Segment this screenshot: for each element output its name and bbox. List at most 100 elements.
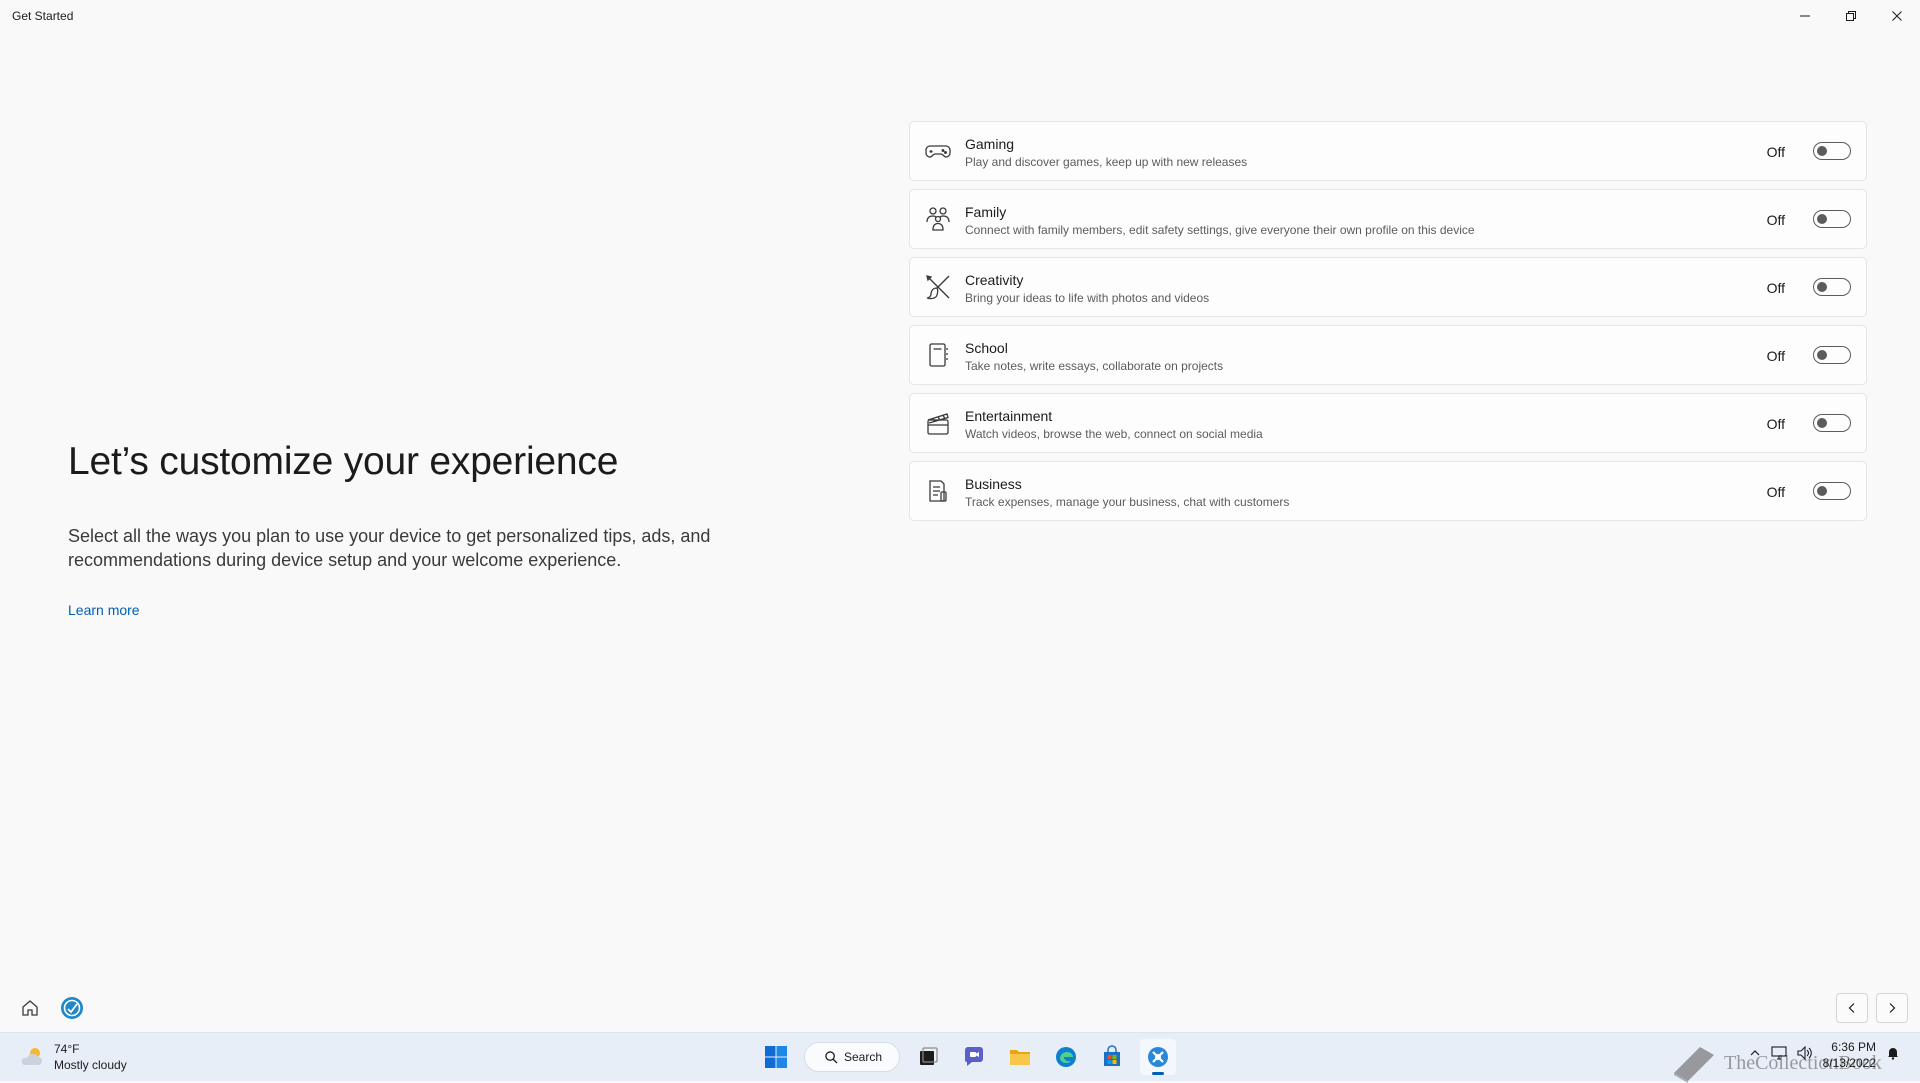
option-card-school[interactable]: School Take notes, write essays, collabo… (909, 325, 1867, 385)
chat-button[interactable] (956, 1039, 992, 1075)
toggle-state-label: Off (1766, 212, 1785, 228)
creativity-toggle[interactable] (1813, 278, 1851, 296)
family-icon (924, 205, 952, 233)
system-tray: 6:36 PM 8/13/2022 (1749, 1039, 1900, 1071)
option-card-family[interactable]: Family Connect with family members, edit… (909, 189, 1867, 249)
close-button[interactable] (1874, 0, 1920, 32)
option-card-creativity[interactable]: Creativity Bring your ideas to life with… (909, 257, 1867, 317)
chat-icon (965, 1047, 983, 1066)
restore-icon (1846, 11, 1856, 21)
file-explorer-button[interactable] (1002, 1039, 1038, 1075)
restore-button[interactable] (1828, 0, 1874, 32)
task-view-icon (920, 1047, 938, 1065)
option-title: Gaming (965, 136, 1015, 152)
option-description: Bring your ideas to life with photos and… (965, 291, 1210, 305)
chevron-up-icon (1750, 1050, 1760, 1056)
weather-temperature: 74°F (54, 1042, 80, 1056)
chevron-left-icon (1848, 1003, 1855, 1013)
weather-widget[interactable]: 74°F Mostly cloudy (18, 1041, 127, 1073)
volume-button[interactable] (1797, 1045, 1813, 1065)
volume-icon (1797, 1045, 1812, 1060)
windows-logo-icon (765, 1046, 787, 1068)
search-label: Search (844, 1050, 883, 1064)
family-toggle[interactable] (1813, 210, 1851, 228)
close-icon (1892, 11, 1902, 21)
network-icon (1771, 1045, 1787, 1060)
get-started-app-icon (1148, 1047, 1168, 1067)
toggle-knob (1817, 146, 1827, 156)
start-button[interactable] (758, 1039, 794, 1075)
business-toggle[interactable] (1813, 482, 1851, 500)
toggle-state-label: Off (1766, 484, 1785, 500)
clock-date: 8/13/2022 (1822, 1056, 1876, 1070)
toggle-state-label: Off (1766, 144, 1785, 160)
gamepad-icon (924, 137, 952, 165)
minimize-icon (1800, 15, 1810, 17)
edge-button[interactable] (1048, 1039, 1084, 1075)
option-description: Watch videos, browse the web, connect on… (965, 427, 1263, 441)
page-description: Select all the ways you plan to use your… (68, 526, 711, 570)
next-button[interactable] (1876, 993, 1908, 1023)
get-started-app-button[interactable] (1140, 1039, 1176, 1075)
usage-options-list: Gaming Play and discover games, keep up … (909, 121, 1867, 529)
window-controls (1782, 0, 1920, 32)
brush-icon (924, 273, 952, 301)
entertainment-toggle[interactable] (1813, 414, 1851, 432)
page-title: Let’s customize your experience (68, 440, 619, 483)
tips-button[interactable] (56, 995, 88, 1021)
toggle-knob (1817, 350, 1827, 360)
toggle-state-label: Off (1766, 280, 1785, 296)
notifications-button[interactable] (1886, 1046, 1900, 1065)
edge-browser-icon (1056, 1047, 1076, 1067)
store-button[interactable] (1094, 1039, 1130, 1075)
toggle-state-label: Off (1766, 348, 1785, 364)
toggle-knob (1817, 282, 1827, 292)
option-title: School (965, 340, 1008, 356)
network-button[interactable] (1771, 1045, 1787, 1065)
option-description: Play and discover games, keep up with ne… (965, 155, 1248, 169)
toggle-state-label: Off (1766, 416, 1785, 432)
option-description: Take notes, write essays, collaborate on… (965, 359, 1224, 373)
option-card-entertainment[interactable]: Entertainment Watch videos, browse the w… (909, 393, 1867, 453)
gaming-toggle[interactable] (1813, 142, 1851, 160)
weather-condition: Mostly cloudy (54, 1058, 127, 1072)
clapperboard-icon (924, 409, 952, 437)
option-title: Creativity (965, 272, 1024, 288)
taskbar: 74°F Mostly cloudy Search TheCollectionB… (0, 1032, 1920, 1083)
search-icon (825, 1050, 838, 1064)
school-toggle[interactable] (1813, 346, 1851, 364)
taskbar-search[interactable]: Search (804, 1042, 900, 1072)
document-icon (924, 477, 952, 505)
clock-time: 6:36 PM (1831, 1040, 1876, 1054)
option-card-gaming[interactable]: Gaming Play and discover games, keep up … (909, 121, 1867, 181)
title-bar: Get Started (0, 0, 1920, 32)
clock[interactable]: 6:36 PM 8/13/2022 (1823, 1039, 1876, 1071)
app-title: Get Started (12, 9, 74, 23)
option-card-business[interactable]: Business Track expenses, manage your bus… (909, 461, 1867, 521)
home-button[interactable] (14, 995, 46, 1021)
previous-button[interactable] (1836, 993, 1868, 1023)
task-view-button[interactable] (910, 1039, 946, 1075)
tips-app-icon (61, 997, 83, 1019)
store-icon (1104, 1045, 1120, 1066)
folder-icon (1010, 1050, 1030, 1065)
option-title: Business (965, 476, 1022, 492)
option-title: Entertainment (965, 408, 1053, 424)
book-icon (1674, 1047, 1714, 1083)
option-description: Connect with family members, edit safety… (965, 223, 1475, 237)
home-icon (22, 1000, 38, 1016)
active-app-indicator (1152, 1072, 1164, 1075)
taskbar-apps: Search (758, 1039, 1176, 1075)
page-navigation (1836, 993, 1908, 1023)
bottom-left-actions (14, 995, 88, 1021)
learn-more-link[interactable]: Learn more (68, 602, 140, 618)
notebook-icon (924, 341, 952, 369)
partly-cloudy-icon (21, 1048, 42, 1065)
toggle-knob (1817, 486, 1827, 496)
chevron-right-icon (1889, 1003, 1896, 1013)
minimize-button[interactable] (1782, 0, 1828, 32)
toggle-knob (1817, 418, 1827, 428)
option-description: Track expenses, manage your business, ch… (965, 495, 1290, 509)
toggle-knob (1817, 214, 1827, 224)
show-hidden-icons-button[interactable] (1749, 1046, 1761, 1064)
